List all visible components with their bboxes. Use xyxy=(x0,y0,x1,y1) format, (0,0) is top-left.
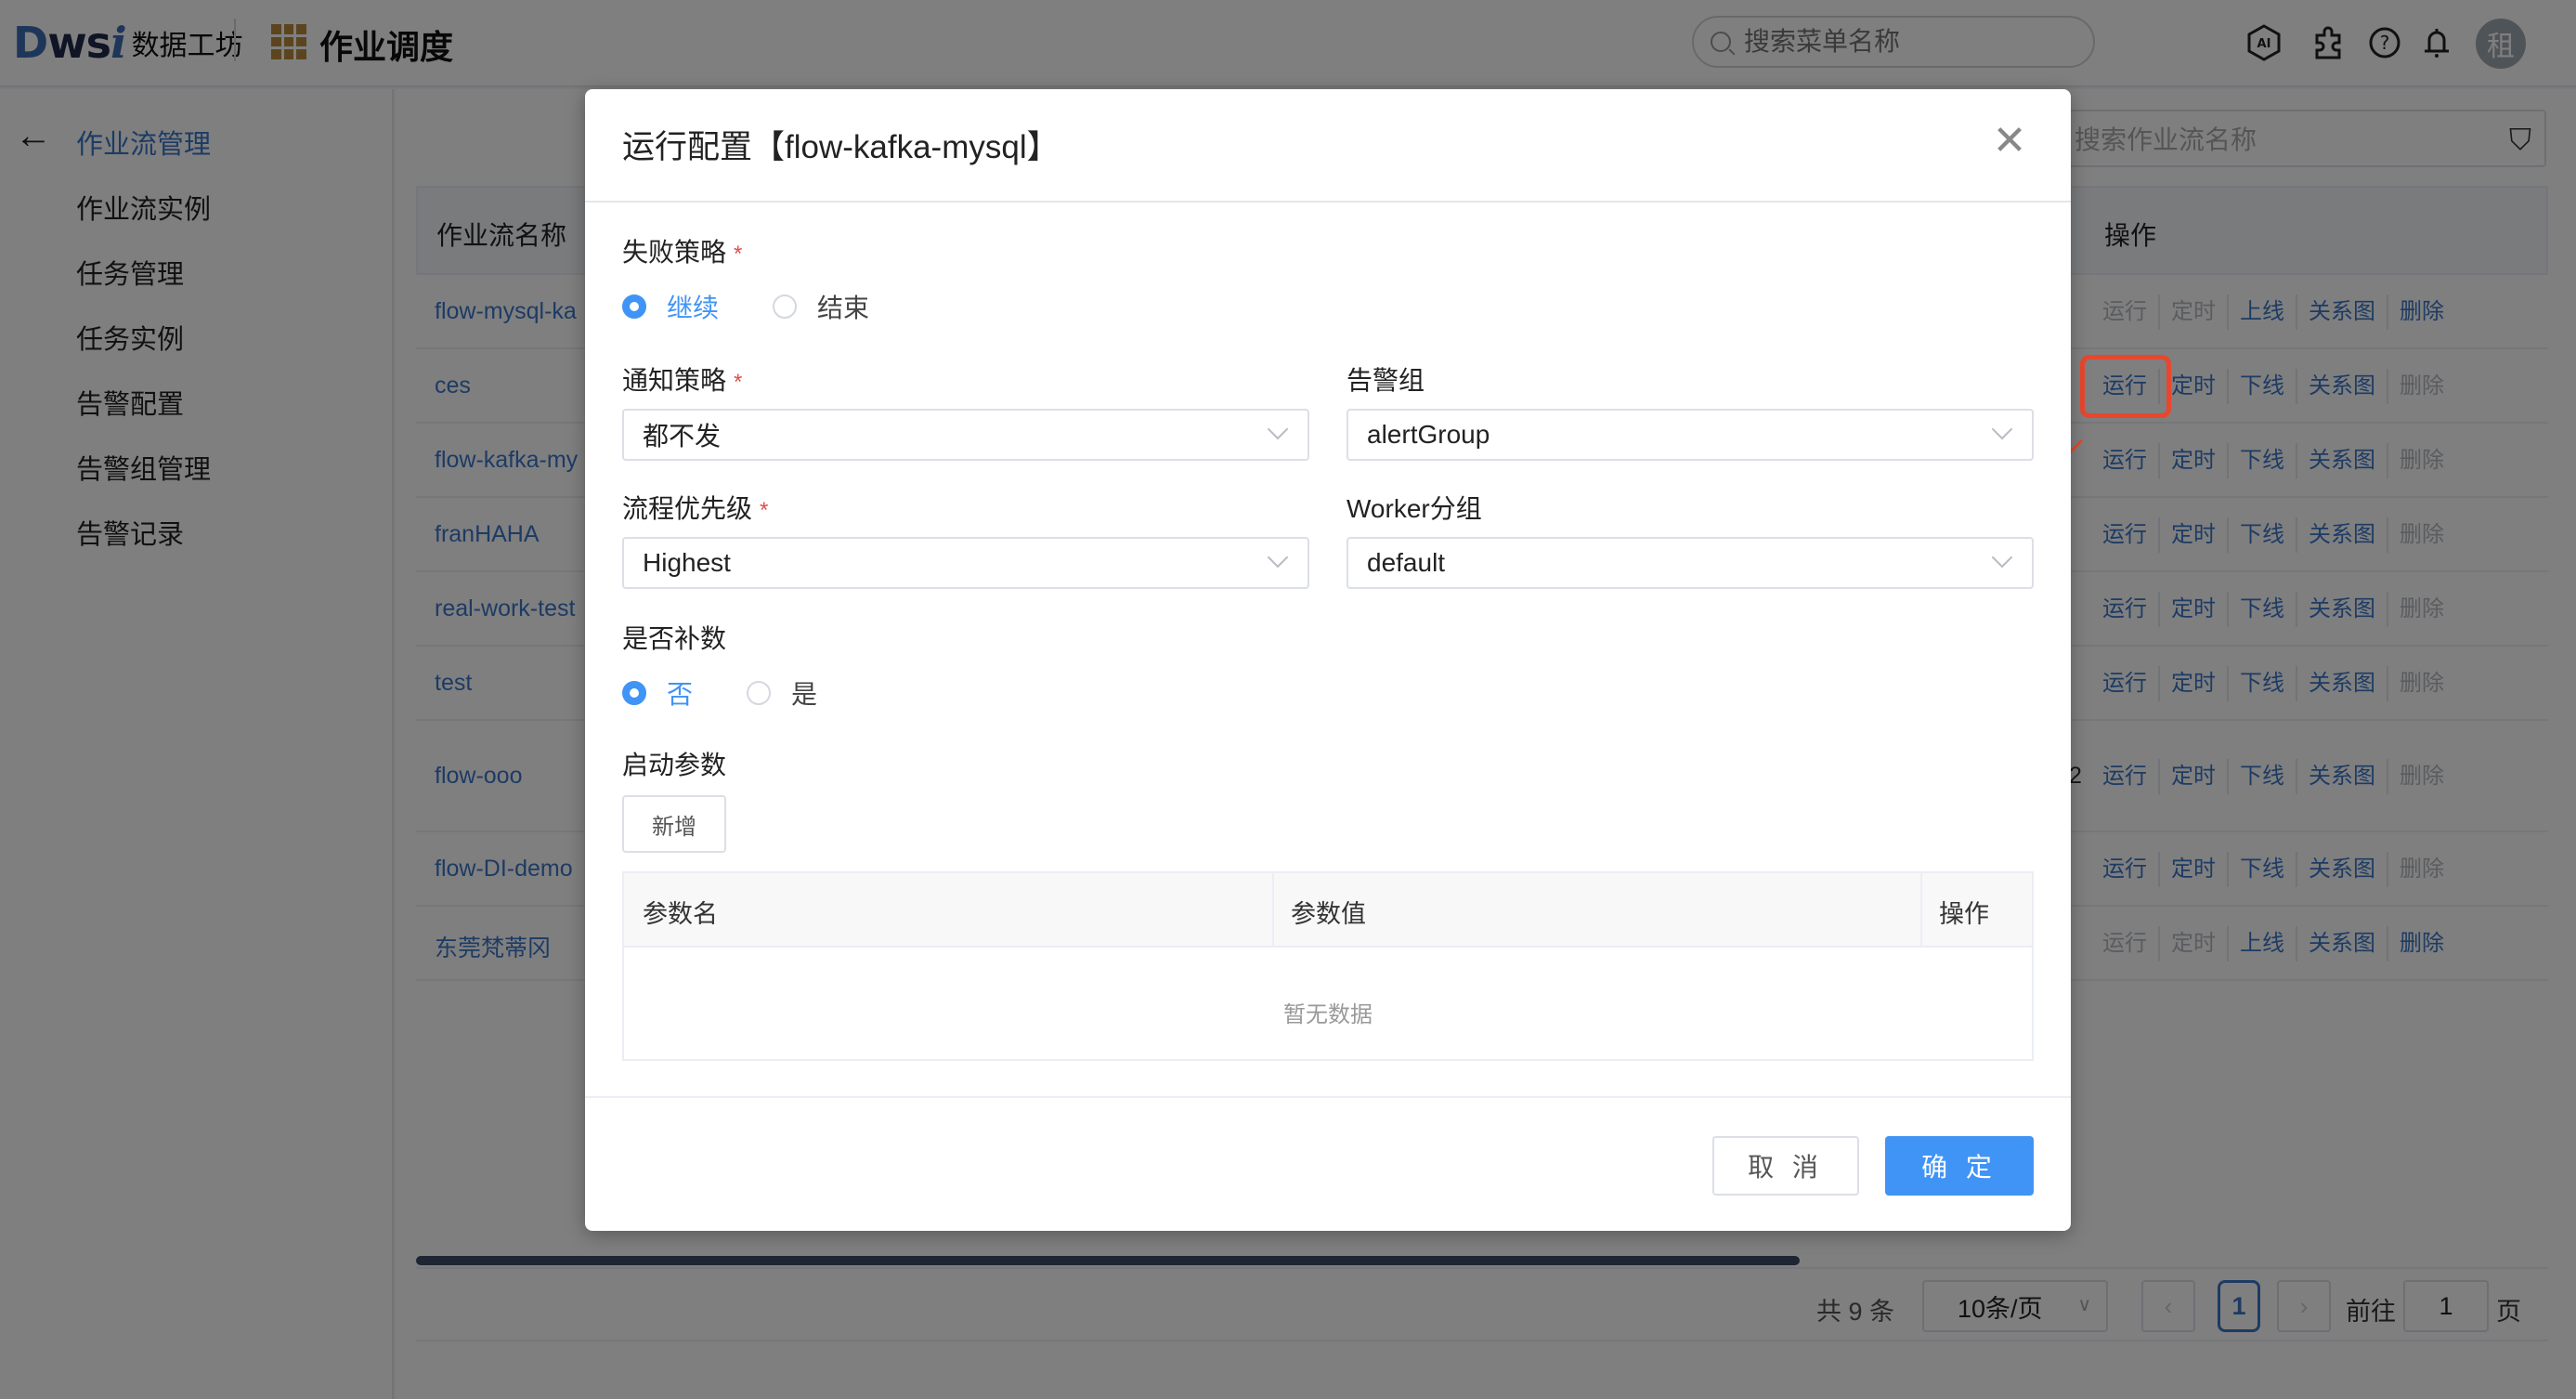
start-params-label: 启动参数 xyxy=(622,751,727,779)
close-icon[interactable]: ✕ xyxy=(1991,121,2028,162)
radio-label: 否 xyxy=(667,680,694,709)
radio-backfill-yes[interactable]: 是 xyxy=(747,674,817,712)
radio-backfill-no[interactable]: 否 xyxy=(622,674,693,712)
priority-label: 流程优先级 * xyxy=(622,489,768,526)
chevron-down-icon xyxy=(1991,546,2013,569)
required-mark: * xyxy=(734,242,743,267)
notify-strategy-label-text: 通知策略 xyxy=(622,366,727,395)
cancel-button[interactable]: 取 消 xyxy=(1712,1136,1859,1196)
column-header-param-value: 参数值 xyxy=(1291,900,1366,928)
radio-label: 是 xyxy=(791,680,818,709)
radio-dot xyxy=(622,294,646,319)
radio-dot xyxy=(622,681,646,705)
chevron-down-icon xyxy=(1267,418,1289,440)
confirm-button[interactable]: 确 定 xyxy=(1885,1136,2034,1196)
column-divider xyxy=(1272,873,1274,948)
column-header-param-name: 参数名 xyxy=(643,900,718,928)
radio-failure-continue[interactable]: 继续 xyxy=(622,288,719,325)
required-mark: * xyxy=(734,370,743,395)
radio-label: 结束 xyxy=(817,294,870,322)
modal-title: 运行配置【flow-kafka-mysql】 xyxy=(622,129,1060,165)
add-param-button[interactable]: 新增 xyxy=(622,795,726,853)
priority-select[interactable]: Highest xyxy=(622,537,1309,589)
worker-group-value: default xyxy=(1367,548,1446,577)
failure-strategy-label-text: 失败策略 xyxy=(622,238,727,267)
radio-dot xyxy=(747,681,771,705)
params-table: 参数名 参数值 操作 暂无数据 xyxy=(622,871,2034,1061)
radio-dot xyxy=(773,294,797,319)
radio-failure-end[interactable]: 结束 xyxy=(773,288,869,325)
notify-strategy-value: 都不发 xyxy=(643,422,722,451)
failure-strategy-label: 失败策略 * xyxy=(622,232,742,269)
column-header-param-ops: 操作 xyxy=(1939,900,1989,928)
params-table-header: 参数名 参数值 操作 xyxy=(624,873,2032,948)
notify-strategy-select[interactable]: 都不发 xyxy=(622,409,1309,461)
empty-state-text: 暂无数据 xyxy=(1283,1002,1373,1027)
chevron-down-icon xyxy=(1991,418,2013,440)
alert-group-value: alertGroup xyxy=(1367,420,1490,449)
annotation-highlight-box xyxy=(2080,355,2171,418)
alert-group-label: 告警组 xyxy=(1347,366,1425,395)
priority-label-text: 流程优先级 xyxy=(622,494,753,523)
column-divider xyxy=(1920,873,1922,948)
worker-group-select[interactable]: default xyxy=(1347,537,2034,589)
alert-group-select[interactable]: alertGroup xyxy=(1347,409,2034,461)
modal-header-divider xyxy=(585,201,2071,203)
required-mark: * xyxy=(760,498,769,523)
run-config-modal: 运行配置【flow-kafka-mysql】 ✕ 失败策略 * 继续 结束 通知策… xyxy=(585,89,2071,1231)
notify-strategy-label: 通知策略 * xyxy=(622,360,742,398)
chevron-down-icon xyxy=(1267,546,1289,569)
backfill-label: 是否补数 xyxy=(622,624,727,653)
priority-value: Highest xyxy=(643,548,731,577)
radio-label: 继续 xyxy=(667,294,720,322)
modal-footer-divider xyxy=(585,1096,2071,1098)
worker-group-label: Worker分组 xyxy=(1347,494,1482,523)
